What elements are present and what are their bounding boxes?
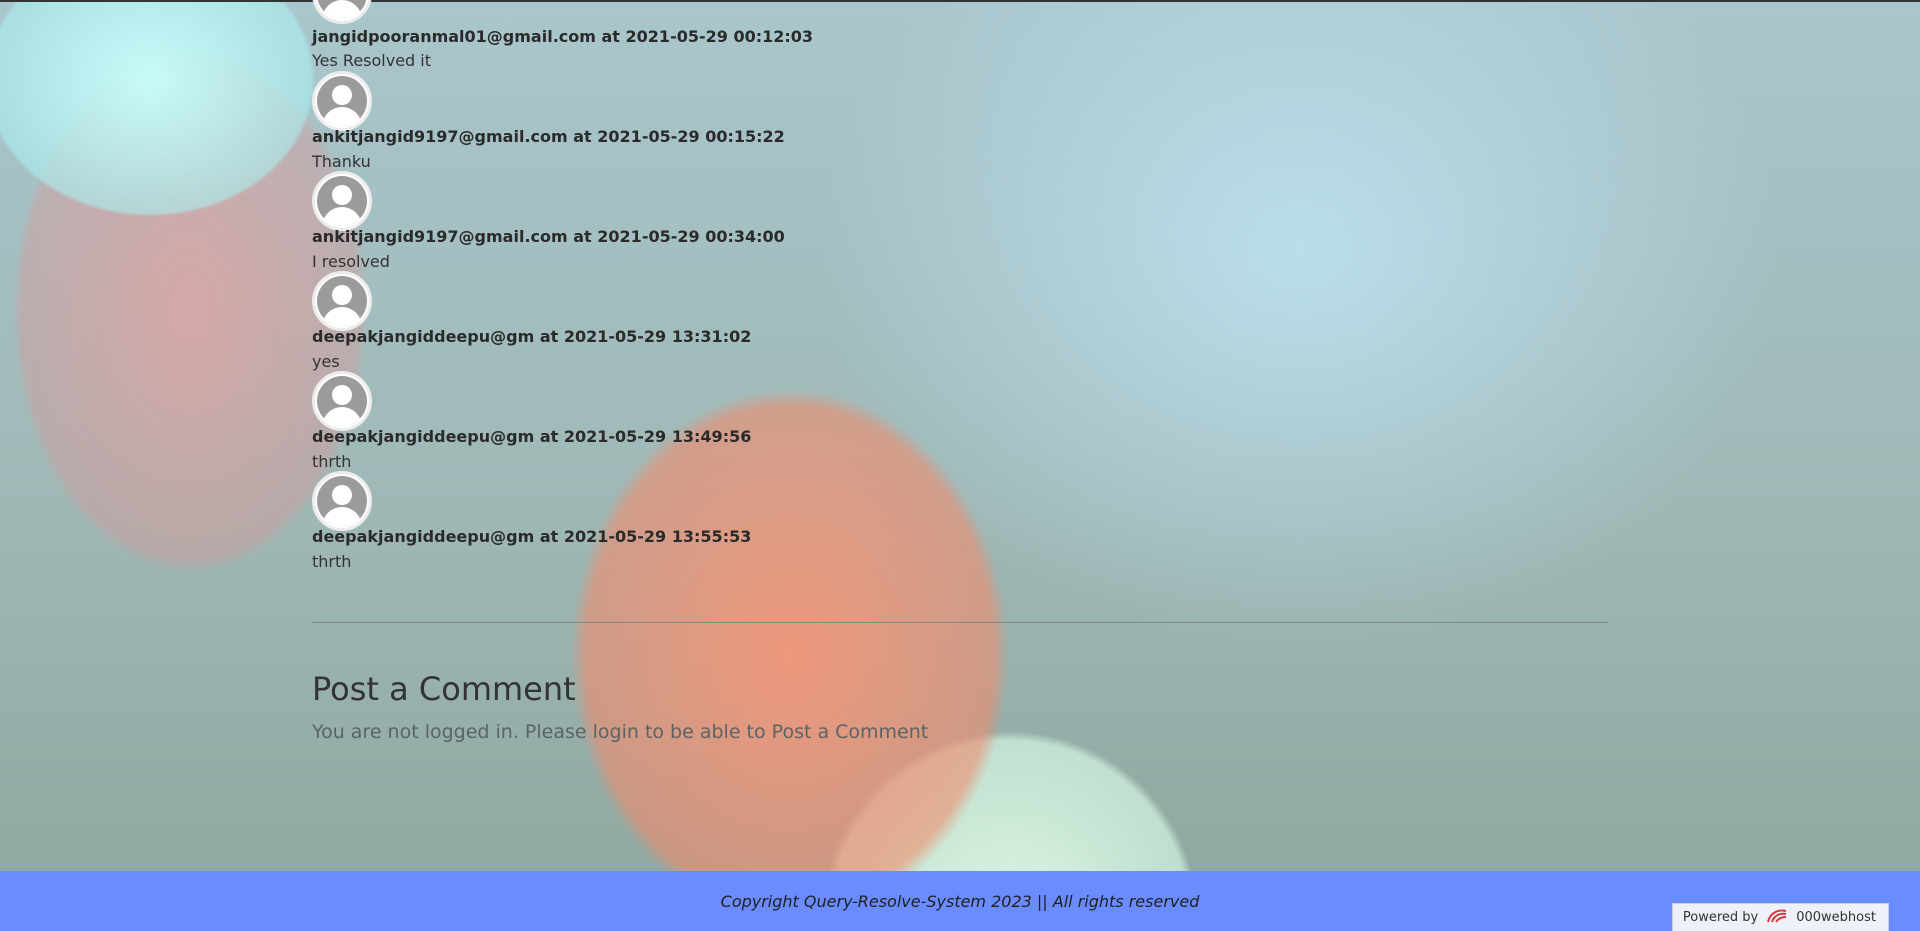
comment-text: yes xyxy=(312,352,340,371)
login-required-note: You are not logged in. Please login to b… xyxy=(312,721,929,743)
comment-time: 2021-05-29 00:12:03 xyxy=(625,27,814,46)
user-avatar-icon xyxy=(312,71,372,131)
comment-meta: jangidpooranmal01@gmail.com at 2021-05-2… xyxy=(312,27,813,46)
comment-meta: deepakjangiddeepu@gm at 2021-05-29 13:31… xyxy=(312,327,751,346)
comment-meta: deepakjangiddeepu@gm at 2021-05-29 13:49… xyxy=(312,427,751,446)
comment-meta: ankitjangid9197@gmail.com at 2021-05-29 … xyxy=(312,127,785,146)
user-avatar-icon xyxy=(312,171,372,231)
comment-text: thrth xyxy=(312,452,352,471)
comment-time: 2021-05-29 13:55:53 xyxy=(563,527,752,546)
user-avatar-icon xyxy=(312,271,372,331)
comment-at: at xyxy=(601,27,620,46)
comment-author: deepakjangiddeepu@gm xyxy=(312,327,535,346)
comment-author: ankitjangid9197@gmail.com xyxy=(312,227,568,246)
comment-time: 2021-05-29 13:31:02 xyxy=(563,327,752,346)
comment-author: jangidpooranmal01@gmail.com xyxy=(312,27,596,46)
comment-at: at xyxy=(539,427,559,446)
comment-author: deepakjangiddeepu@gm xyxy=(312,527,535,546)
comment-author: deepakjangiddeepu@gm xyxy=(312,427,535,446)
section-divider xyxy=(312,622,1608,623)
comment-text: I resolved xyxy=(312,252,390,271)
user-avatar-icon xyxy=(312,471,372,531)
comment-at: at xyxy=(573,127,592,146)
powered-by-badge[interactable]: Powered by 000webhost xyxy=(1671,903,1889,931)
user-avatar-icon xyxy=(312,0,372,24)
comment-author: ankitjangid9197@gmail.com xyxy=(312,127,568,146)
comment-at: at xyxy=(573,227,592,246)
comment-text: Yes Resolved it xyxy=(312,51,431,70)
copyright-text: Copyright Query-Resolve-System 2023 || A… xyxy=(720,891,1200,911)
user-avatar-icon xyxy=(312,371,372,431)
comment-time: 2021-05-29 00:34:00 xyxy=(597,227,785,246)
powered-by-label: Powered by xyxy=(1682,910,1759,925)
post-comment-heading: Post a Comment xyxy=(312,670,576,708)
top-border xyxy=(0,0,1920,2)
comment-at: at xyxy=(539,327,559,346)
000webhost-logo-icon xyxy=(1766,908,1788,928)
comment-meta: ankitjangid9197@gmail.com at 2021-05-29 … xyxy=(312,227,785,246)
powered-by-brand: 000webhost xyxy=(1796,910,1876,925)
comment-time: 2021-05-29 13:49:56 xyxy=(563,427,752,446)
comment-text: Thanku xyxy=(312,152,371,171)
comment-at: at xyxy=(539,527,559,546)
comment-meta: deepakjangiddeepu@gm at 2021-05-29 13:55… xyxy=(312,527,751,546)
comment-text: thrth xyxy=(312,552,352,571)
comment-time: 2021-05-29 00:15:22 xyxy=(597,127,785,146)
site-footer: Copyright Query-Resolve-System 2023 || A… xyxy=(0,871,1920,931)
